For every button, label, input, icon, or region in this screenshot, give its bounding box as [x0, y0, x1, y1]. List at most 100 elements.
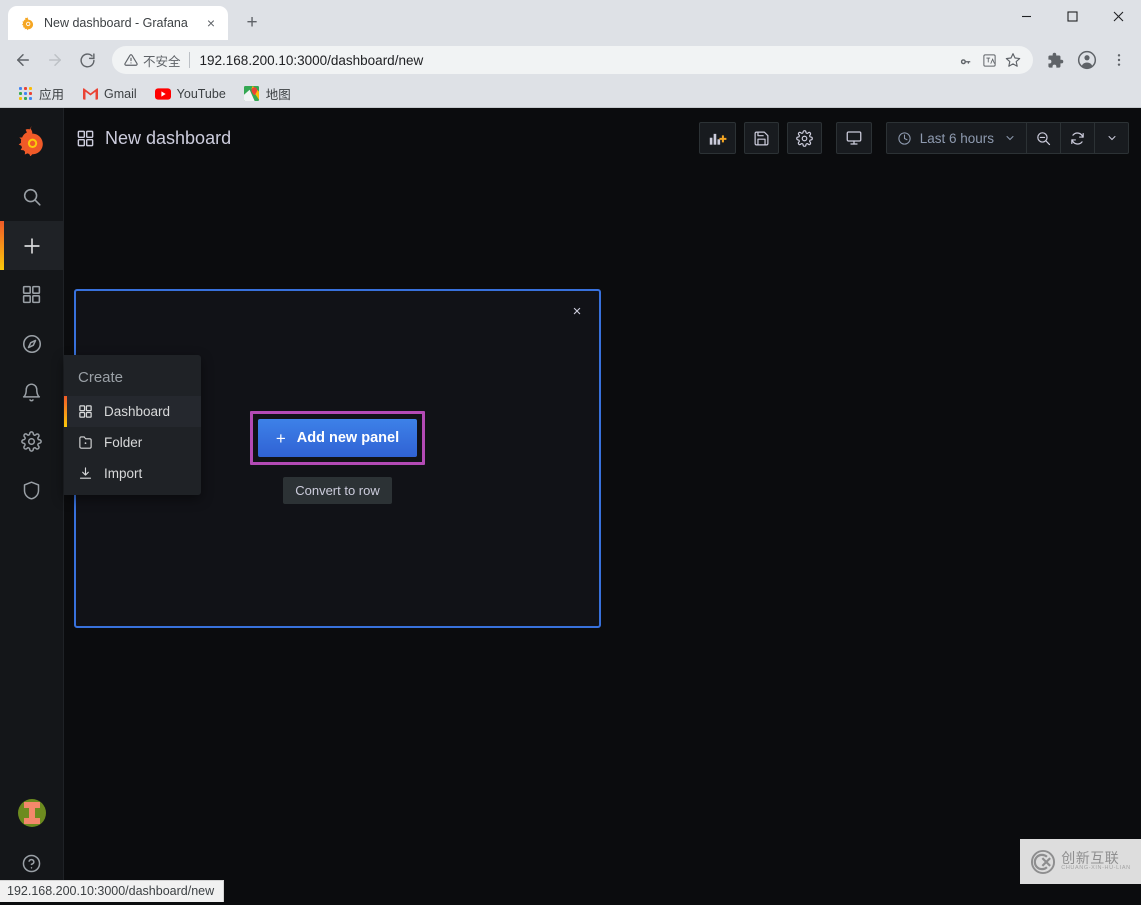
watermark: 创新互联 CHUANG-XIN-HU-LIAN [1020, 839, 1141, 884]
bookmark-label: Gmail [104, 86, 137, 101]
sidebar-item-server-admin[interactable] [0, 466, 63, 515]
gear-icon [795, 129, 813, 147]
time-controls-group: Last 6 hours [885, 122, 1129, 154]
bookmark-youtube[interactable]: YouTube [148, 83, 233, 105]
zoom-out-time-button[interactable] [1027, 122, 1061, 154]
reload-icon [79, 52, 95, 68]
chrome-menu-button[interactable] [1105, 46, 1133, 74]
tab-close-icon[interactable]: × [202, 14, 220, 32]
create-menu-heading: Create [78, 369, 124, 386]
extensions-puzzle-icon [1047, 52, 1063, 68]
save-floppy-icon [754, 131, 769, 145]
forward-button[interactable] [40, 45, 70, 75]
tab-strip: New dashboard - Grafana × + [0, 0, 1141, 40]
convert-to-row-button[interactable]: Convert to row [283, 477, 392, 504]
close-window-button[interactable] [1095, 0, 1141, 32]
new-tab-button[interactable]: + [238, 9, 266, 37]
translate-icon [983, 53, 996, 67]
security-label: 不安全 [143, 54, 181, 69]
create-menu-item-import[interactable]: Import [64, 458, 201, 489]
watermark-en: CHUANG-XIN-HU-LIAN [1061, 864, 1131, 871]
bookmark-apps[interactable]: 应用 [10, 81, 71, 106]
apps-grid-icon [17, 86, 33, 102]
omnibox-action-icons [953, 52, 1021, 68]
sidebar-top-items [0, 172, 63, 515]
create-menu-label: Folder [104, 435, 143, 450]
sidebar-item-configuration[interactable] [0, 417, 63, 466]
bookmark-label: YouTube [176, 86, 226, 101]
compass-icon [22, 334, 41, 353]
add-panel-button[interactable] [698, 122, 736, 154]
browser-tab[interactable]: New dashboard - Grafana × [8, 6, 228, 40]
close-icon [1113, 11, 1123, 21]
zoom-out-icon [1037, 131, 1051, 145]
save-dashboard-button[interactable] [743, 122, 779, 154]
clock-icon [898, 131, 911, 145]
chevron-down-icon [1004, 132, 1016, 144]
sidebar-item-create[interactable] [0, 221, 63, 270]
browser-chrome: New dashboard - Grafana × + 不安全 192.168.… [0, 0, 1141, 108]
avatar [17, 799, 46, 827]
bookmark-button[interactable] [1005, 52, 1021, 68]
add-new-panel-button[interactable]: + Add new panel [257, 419, 418, 457]
translate-button[interactable] [982, 53, 997, 68]
grafana-logo [18, 126, 43, 156]
dashboard-settings-button[interactable] [786, 122, 822, 154]
extensions-button[interactable] [1041, 46, 1069, 74]
dashboard-title-text: New dashboard [105, 127, 232, 148]
sidebar [0, 108, 64, 902]
maximize-button[interactable] [1049, 0, 1095, 32]
sidebar-item-search[interactable] [0, 172, 63, 221]
create-menu-item-folder[interactable]: Folder [64, 427, 201, 458]
create-menu-item-dashboard[interactable]: Dashboard [64, 396, 201, 427]
profile-avatar-icon [1077, 50, 1097, 70]
address-bar[interactable]: 不安全 192.168.200.10:3000/dashboard/new [112, 46, 1033, 74]
browser-toolbar: 不安全 192.168.200.10:3000/dashboard/new [0, 40, 1141, 80]
maximize-icon [1066, 10, 1078, 22]
dashboard-grid-icon [79, 405, 92, 418]
password-key-button[interactable] [959, 53, 974, 68]
tv-mode-button[interactable] [835, 122, 872, 154]
sidebar-item-dashboards[interactable] [0, 270, 63, 319]
url-text: 192.168.200.10:3000/dashboard/new [199, 52, 424, 68]
bell-icon [22, 383, 41, 402]
add-panel-icon [709, 133, 727, 145]
browser-status-bar: 192.168.200.10:3000/dashboard/new [0, 880, 225, 902]
time-range-picker[interactable]: Last 6 hours [885, 122, 1027, 154]
add-new-panel-highlight: + Add new panel [249, 411, 426, 465]
refresh-dashboard-button[interactable] [1061, 122, 1095, 154]
sidebar-item-user-avatar[interactable] [0, 787, 63, 839]
site-security-status[interactable]: 不安全 [124, 51, 181, 70]
bookmark-star-icon [1005, 53, 1021, 67]
bookmark-label: 地图 [265, 88, 291, 102]
bookmark-label: 应用 [39, 88, 65, 102]
refresh-interval-dropdown[interactable] [1095, 122, 1129, 154]
grafana-logo-button[interactable] [0, 108, 63, 172]
monitor-icon [846, 131, 862, 145]
dashboards-grid-icon [22, 285, 41, 304]
bookmark-maps[interactable]: 地图 [237, 81, 298, 106]
folder-plus-icon [79, 436, 92, 449]
dashboard-grid-icon [77, 130, 94, 146]
create-menu-label: Dashboard [104, 404, 171, 419]
back-button[interactable] [8, 45, 38, 75]
tab-title: New dashboard - Grafana [44, 16, 188, 30]
watermark-text: 创新互联 CHUANG-XIN-HU-LIAN [1061, 851, 1130, 871]
profile-button[interactable] [1073, 46, 1101, 74]
sidebar-item-explore[interactable] [0, 319, 63, 368]
bookmarks-bar: 应用 Gmail YouTube 地图 [0, 80, 1141, 108]
sidebar-item-alerting[interactable] [0, 368, 63, 417]
bookmark-gmail[interactable]: Gmail [75, 83, 144, 105]
panel-close-button[interactable]: × [567, 301, 587, 321]
plus-icon [23, 237, 40, 254]
gear-icon [21, 431, 42, 452]
minimize-button[interactable] [1003, 0, 1049, 32]
dashboard-nav: New dashboard Last 6 hours [64, 108, 1141, 168]
reload-button[interactable] [72, 45, 102, 75]
watermark-cn: 创新互联 [1061, 850, 1120, 867]
back-arrow-icon [17, 54, 29, 66]
page-title: New dashboard [76, 128, 691, 149]
key-icon [960, 58, 971, 64]
youtube-icon [154, 86, 171, 102]
search-icon [23, 188, 41, 206]
